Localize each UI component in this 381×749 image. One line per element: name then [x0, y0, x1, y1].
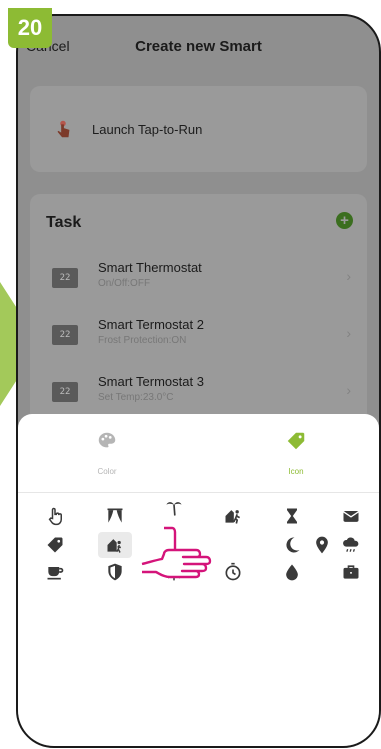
coffee-cup-icon[interactable]	[40, 560, 70, 584]
divider	[18, 492, 379, 493]
header: Cancel Create new Smart	[18, 16, 379, 72]
task-item-status: On/Off:OFF	[98, 278, 151, 289]
tab-color[interactable]: Color	[67, 430, 147, 476]
location-pin-icon[interactable]	[307, 533, 337, 557]
tab-icon[interactable]: Icon	[256, 430, 336, 476]
chevron-right-icon: ›	[346, 325, 351, 341]
briefcase-icon[interactable]	[336, 560, 366, 584]
shield-icon[interactable]	[100, 560, 130, 584]
task-item-name: Smart Termostat 3	[98, 374, 204, 389]
tab-icon-label: Icon	[288, 467, 304, 476]
timer-icon[interactable]	[218, 560, 248, 584]
tag-icon[interactable]	[40, 533, 70, 557]
home-person-icon[interactable]	[98, 532, 132, 558]
water-drop-icon[interactable]	[277, 560, 307, 584]
curtains-icon[interactable]	[100, 504, 130, 528]
tap-to-run-card[interactable]: Launch Tap-to-Run	[30, 86, 367, 172]
task-item[interactable]: 22 Smart Thermostat On/Off:OFF ›	[30, 254, 367, 310]
page-title: Create new Smart	[135, 38, 262, 55]
icon-picker-sheet: Color Icon	[18, 414, 379, 746]
plus-circle-icon[interactable]: +	[336, 212, 353, 229]
tap-to-run-label: Launch Tap-to-Run	[92, 122, 203, 137]
rain-cloud-icon[interactable]	[336, 533, 366, 557]
tab-color-label: Color	[97, 467, 117, 476]
task-item[interactable]: 22 Smart Termostat 2 Frost Protection:ON…	[30, 311, 367, 367]
person-walking-icon[interactable]	[218, 504, 248, 528]
thermostat-icon: 22	[52, 382, 78, 402]
tag-icon	[287, 432, 305, 450]
pointing-hand-icon	[141, 526, 212, 579]
tap-hand-icon	[57, 120, 70, 138]
hand-pointer-icon[interactable]	[40, 504, 70, 528]
envelope-icon[interactable]	[336, 504, 366, 528]
task-item-name: Smart Termostat 2	[98, 317, 204, 332]
task-title: Task	[46, 214, 82, 231]
moon-icon[interactable]	[277, 533, 307, 557]
task-item-status: Set Temp:23.0°C	[98, 392, 174, 403]
thermostat-icon: 22	[52, 325, 78, 345]
chevron-right-icon: ›	[346, 382, 351, 398]
step-number-badge: 20	[8, 8, 52, 48]
task-item-status: Frost Protection:ON	[98, 335, 187, 346]
thermostat-icon: 22	[52, 268, 78, 288]
task-item-name: Smart Thermostat	[98, 260, 202, 275]
picker-tabs: Color Icon	[18, 414, 379, 486]
palm-tree-icon[interactable]	[159, 496, 189, 520]
palette-icon	[98, 432, 116, 448]
hourglass-icon[interactable]	[277, 504, 307, 528]
chevron-right-icon: ›	[346, 268, 351, 284]
phone-screen: Cancel Create new Smart Launch Tap-to-Ru…	[16, 14, 381, 748]
